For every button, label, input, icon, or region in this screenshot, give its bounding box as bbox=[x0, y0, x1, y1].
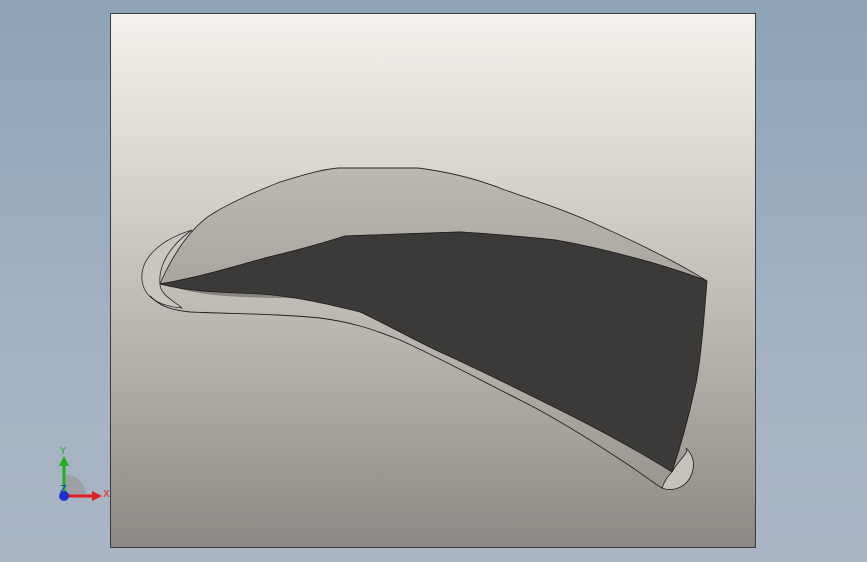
x-axis-label: X bbox=[103, 489, 110, 500]
y-axis-arrow bbox=[59, 456, 69, 466]
z-axis-label: Z bbox=[60, 484, 67, 495]
coordinate-triad: Y X Z bbox=[59, 446, 110, 501]
y-axis-label: Y bbox=[59, 446, 67, 457]
sketch-plane-sheet bbox=[110, 13, 756, 548]
graphics-viewport[interactable]: Y X Z bbox=[0, 0, 867, 562]
x-axis-arrow bbox=[92, 491, 102, 501]
